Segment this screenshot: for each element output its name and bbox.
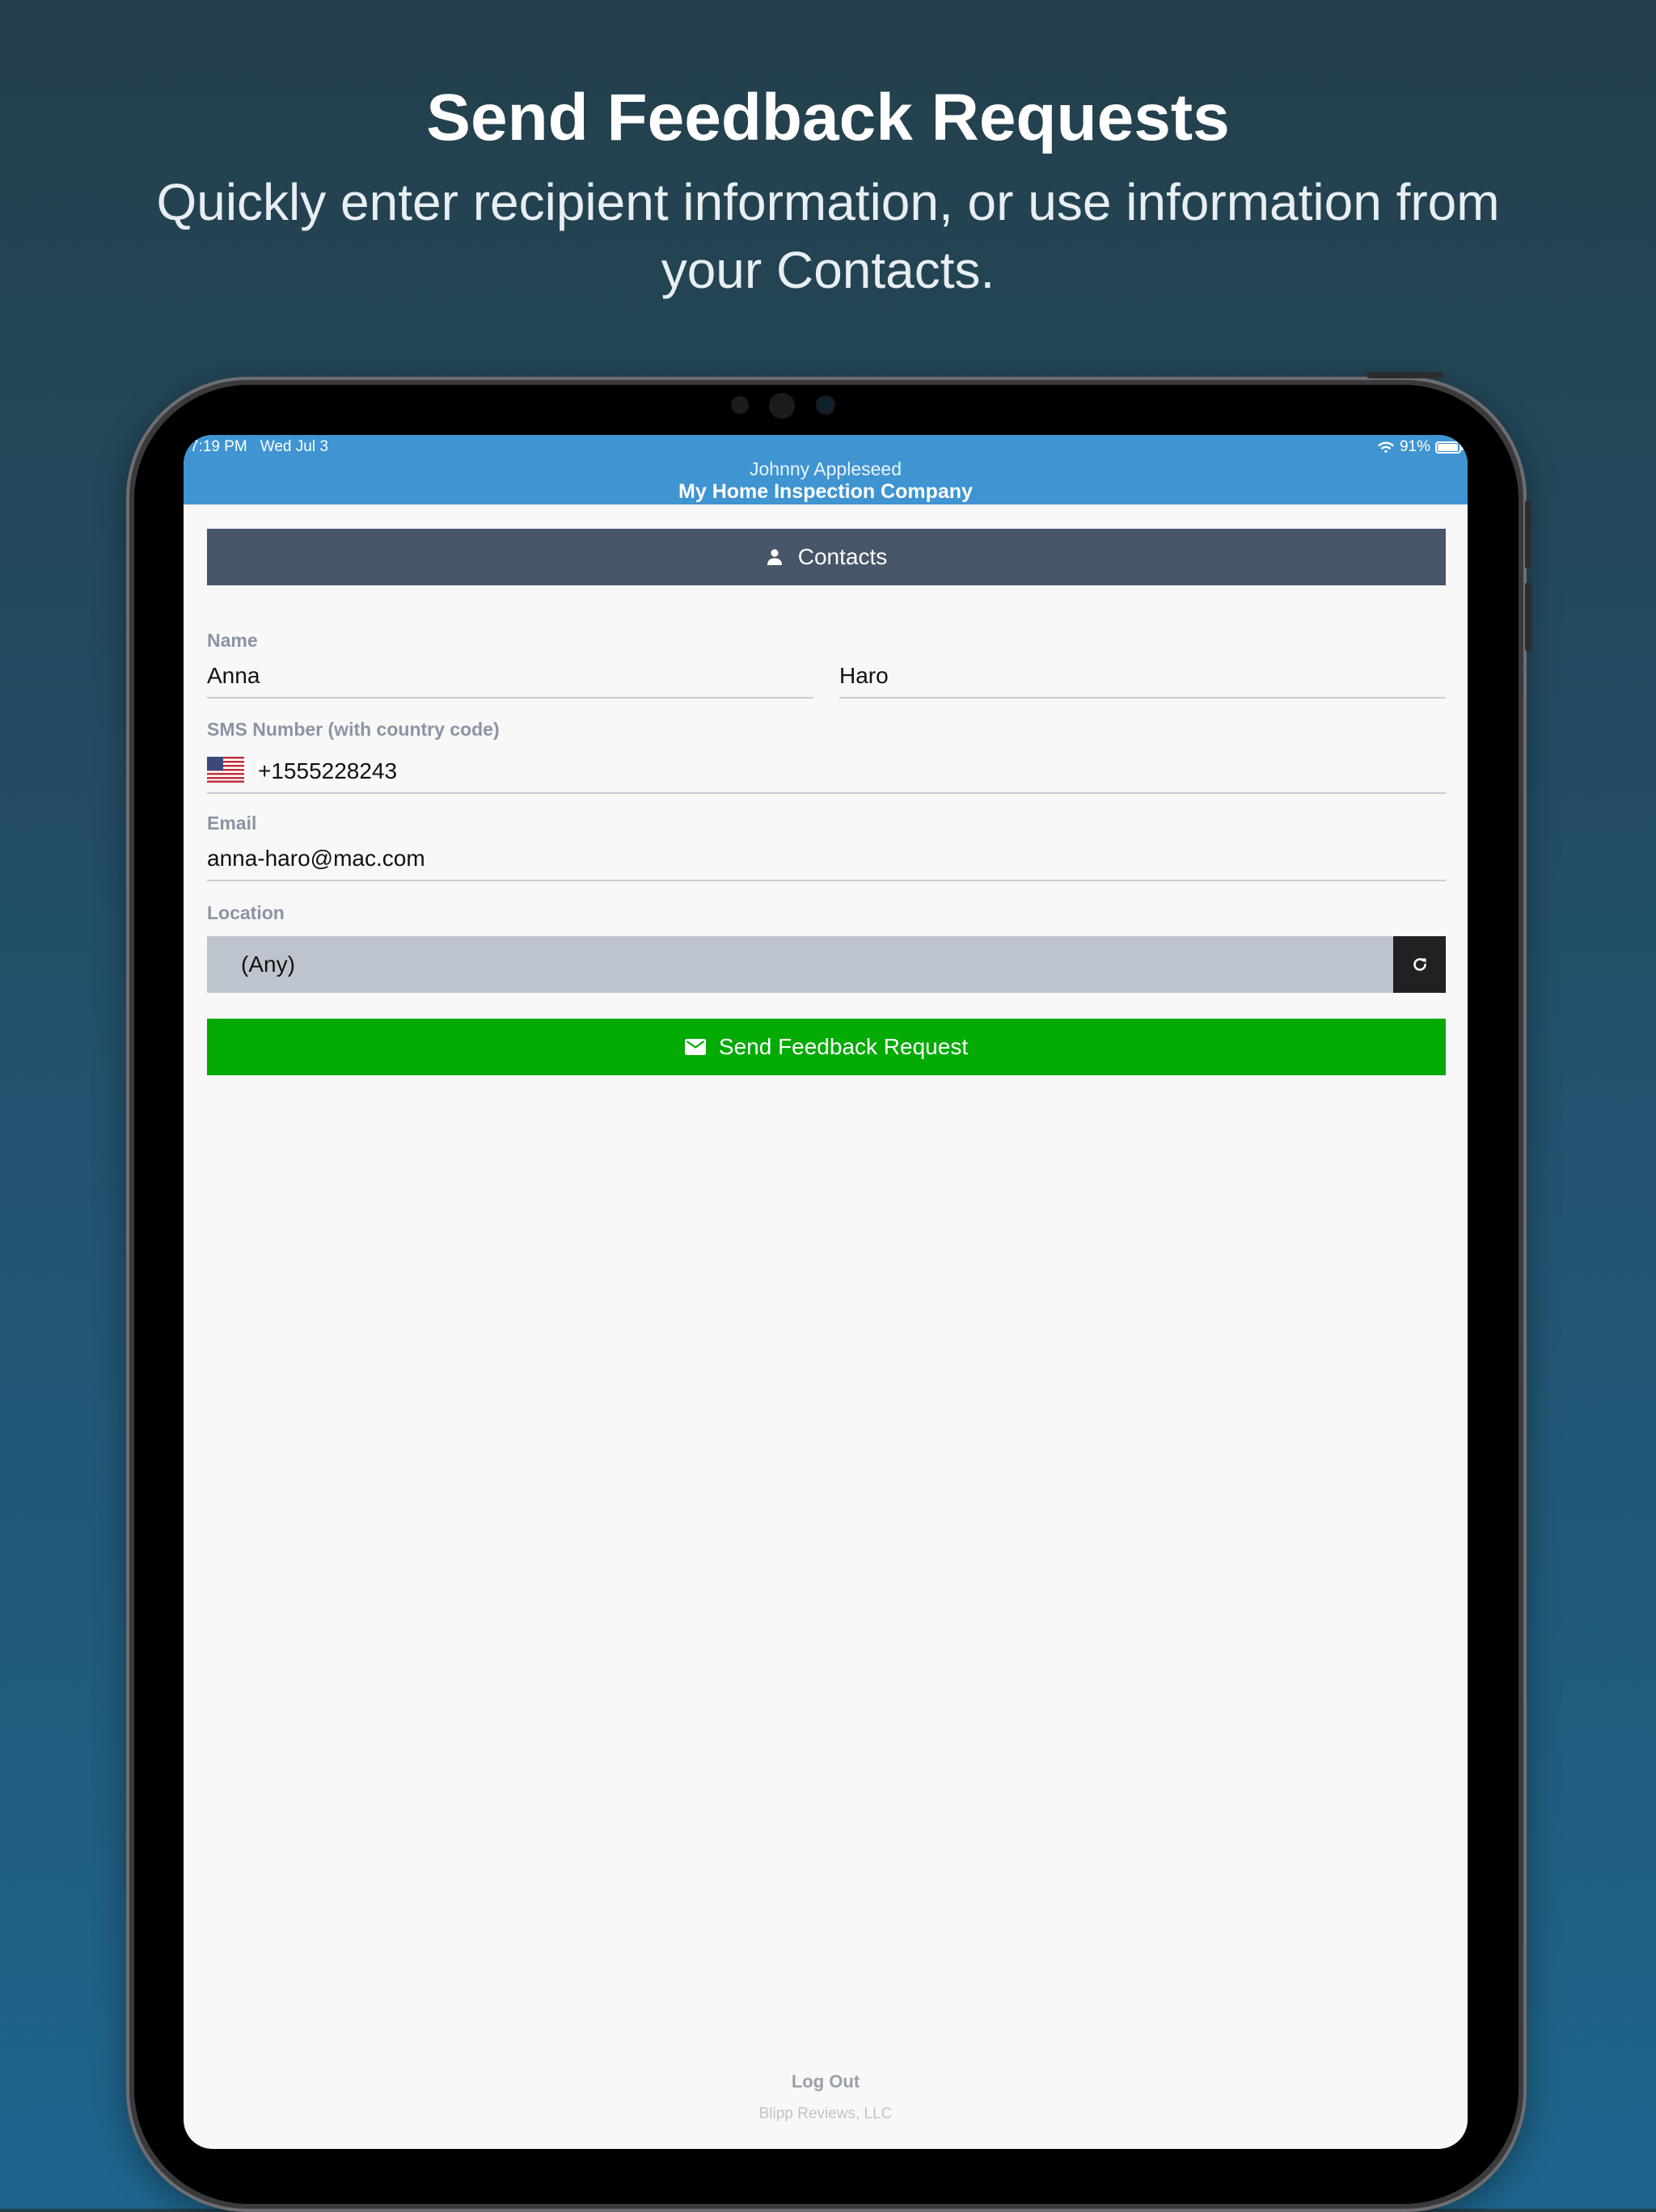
first-name-field[interactable] — [207, 658, 813, 699]
person-icon — [767, 549, 782, 565]
location-refresh-button[interactable] — [1393, 936, 1446, 993]
us-flag-icon[interactable] — [207, 757, 244, 783]
location-select[interactable]: (Any) — [207, 936, 1393, 993]
camera-sensor-icon — [769, 393, 795, 419]
device-top-button — [1367, 372, 1443, 378]
status-bar-right: 91% — [1377, 437, 1464, 458]
device-volume-up-button — [1525, 500, 1531, 569]
send-feedback-request-button[interactable]: Send Feedback Request — [207, 1019, 1446, 1075]
sms-number-field[interactable] — [207, 750, 1446, 794]
app-screen: 7:19 PM Wed Jul 3 91% Johnny Appleseed My… — [184, 435, 1468, 2149]
email-input[interactable] — [207, 841, 1446, 876]
status-bar-left: 7:19 PM Wed Jul 3 — [190, 437, 341, 458]
battery-icon — [1435, 441, 1464, 454]
contacts-button-label: Contacts — [797, 544, 888, 569]
front-camera-icon — [818, 398, 833, 412]
sms-number-input[interactable] — [258, 754, 1390, 789]
battery-percent: 91% — [1399, 438, 1430, 455]
envelope-icon — [684, 1039, 706, 1055]
hero-subtitle: Quickly enter recipient information, or … — [156, 173, 1500, 299]
footer-company: Blipp Reviews, LLC — [758, 2105, 893, 2122]
wifi-icon — [1377, 441, 1394, 453]
email-field[interactable] — [207, 841, 1446, 881]
first-name-input[interactable] — [207, 658, 813, 694]
last-name-input[interactable] — [839, 658, 1446, 694]
email-label: Email — [207, 813, 257, 834]
camera-sensor-icon — [731, 396, 749, 414]
status-time: 7:19 PM — [190, 438, 247, 455]
sms-number-label: SMS Number (with country code) — [207, 719, 500, 740]
company-name: My Home Inspection Company — [678, 480, 973, 503]
location-label: Location — [207, 902, 285, 923]
log-out-link[interactable]: Log Out — [184, 2071, 1468, 2092]
status-date: Wed Jul 3 — [260, 438, 328, 455]
device-volume-down-button — [1525, 582, 1531, 652]
send-button-label: Send Feedback Request — [718, 1034, 969, 1059]
user-name: Johnny Appleseed — [750, 458, 902, 479]
refresh-icon — [1413, 958, 1426, 971]
name-label: Name — [207, 630, 258, 651]
last-name-field[interactable] — [839, 658, 1446, 699]
hero-title: Send Feedback Requests — [426, 81, 1230, 154]
contacts-button[interactable]: Contacts — [207, 529, 1446, 585]
header-bar: 7:19 PM Wed Jul 3 91% Johnny Appleseed My… — [184, 435, 1468, 504]
